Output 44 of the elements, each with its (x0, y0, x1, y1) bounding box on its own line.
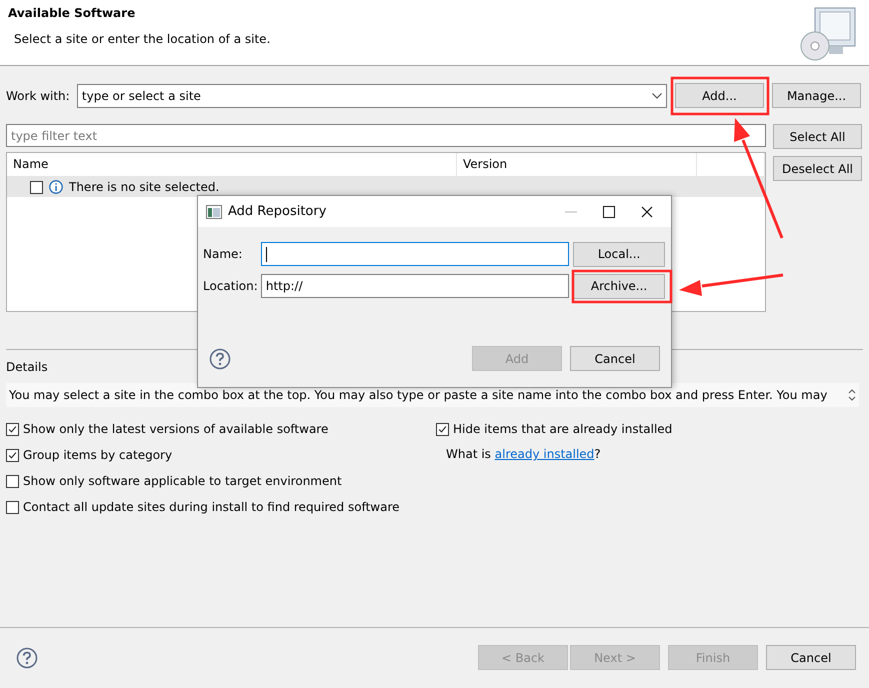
checkbox-label[interactable]: Group items by category (23, 448, 172, 462)
field-label: Location: (203, 279, 259, 293)
row-text: There is no site selected. (69, 180, 220, 194)
page-title: Available Software (8, 6, 136, 20)
checkbox[interactable] (6, 448, 19, 462)
checkbox[interactable] (436, 422, 449, 436)
filter-field[interactable]: type filter text (6, 124, 766, 147)
help-icon[interactable] (209, 348, 231, 370)
input-field[interactable] (260, 242, 570, 266)
checkbox-label[interactable]: Hide items that are already installed (453, 422, 672, 436)
info-icon (49, 180, 63, 194)
site-combo-box[interactable]: type or select a site (76, 84, 667, 108)
checkbox[interactable] (6, 422, 19, 436)
column-header[interactable]: Version (457, 153, 697, 176)
group-label: Details (6, 360, 48, 374)
button[interactable]: Add... (675, 83, 764, 108)
scroll-arrows-icon[interactable] (848, 388, 856, 402)
checkbox-label[interactable]: Show only software applicable to target environment (23, 474, 342, 488)
checkbox[interactable] (6, 474, 19, 488)
dialog-title: Add Repository (228, 204, 328, 219)
button[interactable]: Local... (573, 242, 665, 266)
page-subtitle: Select a site or enter the location of a site. (14, 32, 270, 46)
button[interactable]: Deselect All (773, 156, 862, 181)
input-field[interactable]: http:// (260, 274, 570, 298)
field-label: Name: (203, 247, 244, 261)
checkbox[interactable] (30, 180, 43, 194)
checkbox[interactable] (6, 500, 19, 514)
help-note: What is already installed? (445, 447, 602, 461)
column-header[interactable]: Name (7, 153, 457, 176)
already-installed-link[interactable]: already installed (494, 447, 594, 461)
dropdown-icon[interactable] (652, 92, 662, 98)
maximize-icon[interactable] (603, 206, 615, 218)
window-icon (206, 204, 222, 218)
table-row[interactable]: There is no site selected. (7, 177, 765, 197)
checkbox-label[interactable]: Contact all update sites during install to find required software (23, 500, 400, 514)
close-icon[interactable] (641, 206, 653, 218)
button[interactable]: Archive... (573, 274, 665, 298)
button[interactable]: Manage... (772, 83, 861, 108)
help-icon[interactable] (16, 646, 38, 668)
button[interactable]: Cancel (766, 645, 856, 670)
checkbox-label[interactable]: Show only the latest versions of available software (23, 422, 328, 436)
button[interactable]: Select All (773, 124, 862, 149)
button[interactable]: Cancel (570, 346, 660, 371)
field-label: Work with: (6, 88, 71, 102)
